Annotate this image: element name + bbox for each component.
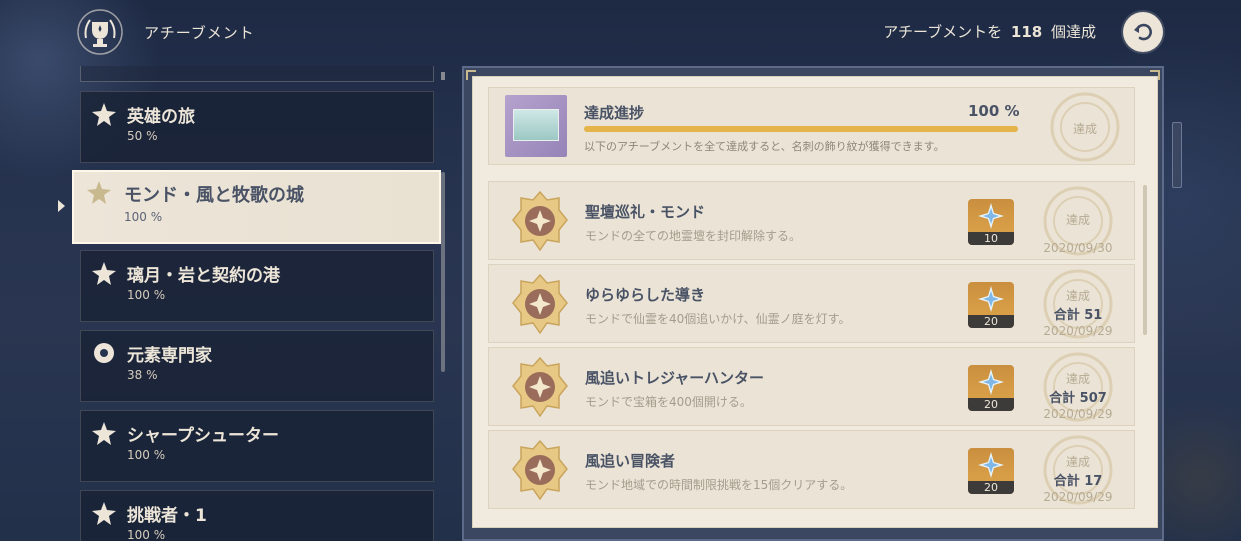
sidebar-scrollbar-cap bbox=[441, 72, 445, 80]
primogem-reward: 10 bbox=[968, 199, 1014, 245]
back-arrow-icon bbox=[1134, 23, 1152, 41]
stamp-total: 合計 51 bbox=[1053, 308, 1103, 323]
summary-description: 以下のアチーブメントを全て達成すると、名刺の飾り紋が獲得できます。 bbox=[584, 140, 945, 153]
primogem-icon bbox=[978, 286, 1004, 312]
category-sidebar: 英雄の旅 50 % モンド・風と牧歌の城 100 % 璃月・岩と契約の港 100… bbox=[72, 66, 444, 541]
stamp-label: 達成 bbox=[1065, 213, 1090, 227]
achievement-description: モンドの全ての地霊壇を封印解除する。 bbox=[585, 229, 802, 243]
reward-quantity: 10 bbox=[968, 232, 1014, 245]
category-name: 璃月・岩と契約の港 bbox=[127, 266, 280, 286]
category-item-liyue[interactable]: 璃月・岩と契約の港 100 % bbox=[80, 250, 434, 322]
stamp-label: 達成 bbox=[1065, 455, 1090, 469]
primogem-icon bbox=[978, 369, 1004, 395]
category-medal-icon bbox=[92, 502, 116, 525]
category-percent: 38 % bbox=[127, 368, 158, 382]
achievement-title: 風追いトレジャーハンター bbox=[585, 369, 764, 387]
achievement-row[interactable]: 聖壇巡礼・モンド モンドの全ての地霊壇を封印解除する。 10 達成 2020/0… bbox=[488, 181, 1135, 260]
achievement-count: アチーブメントを 118 個達成 bbox=[883, 21, 1096, 42]
category-name: シャープシューター bbox=[127, 426, 279, 446]
category-medal-icon bbox=[94, 343, 114, 363]
reward-quantity: 20 bbox=[968, 398, 1014, 411]
achievement-medal-icon bbox=[512, 439, 568, 501]
summary-progress-bar bbox=[584, 126, 1018, 132]
category-item-sharpshooter[interactable]: シャープシューター 100 % bbox=[80, 410, 434, 482]
trophy-emblem-icon bbox=[77, 9, 123, 55]
achievement-medal-icon bbox=[512, 273, 568, 335]
achievement-medal-icon bbox=[512, 356, 568, 418]
achievement-description: モンドで宝箱を400個開ける。 bbox=[585, 395, 752, 409]
category-item-heroes-journey[interactable]: 英雄の旅 50 % bbox=[80, 91, 434, 163]
category-name: 挑戦者・1 bbox=[127, 506, 207, 526]
category-percent: 100 % bbox=[127, 528, 166, 541]
achievement-description: モンドで仙霊を40個追いかけ、仙霊ノ庭を灯す。 bbox=[585, 312, 851, 326]
frame-corner-ornament bbox=[466, 70, 476, 80]
category-item-challenger[interactable]: 挑戦者・1 100 % bbox=[80, 490, 434, 541]
progress-count: 118 bbox=[1010, 23, 1043, 41]
completed-stamp: 達成 合計 51 2020/09/29 bbox=[1029, 267, 1127, 341]
sidebar-top-divider bbox=[80, 66, 434, 82]
panel-side-tab bbox=[1172, 122, 1182, 188]
category-medal-icon bbox=[87, 181, 111, 204]
category-medal-icon bbox=[92, 103, 116, 126]
progress-suffix: 個達成 bbox=[1050, 23, 1096, 41]
primogem-icon bbox=[978, 203, 1004, 229]
stamp-total: 合計 507 bbox=[1049, 391, 1107, 406]
summary-percent: 100 % bbox=[968, 102, 1020, 120]
primogem-icon bbox=[978, 452, 1004, 478]
achievement-medal-icon bbox=[512, 190, 568, 252]
achievement-description: モンド地域での時間制限挑戦を15個クリアする。 bbox=[585, 478, 853, 492]
achievement-title: 聖壇巡礼・モンド bbox=[585, 203, 706, 221]
category-item-elemental-specialist[interactable]: 元素専門家 38 % bbox=[80, 330, 434, 402]
completed-stamp: 達成 2020/09/30 bbox=[1029, 184, 1127, 258]
reward-quantity: 20 bbox=[968, 481, 1014, 494]
category-percent: 100 % bbox=[127, 288, 166, 302]
achievement-title: ゆらゆらした導き bbox=[585, 286, 706, 304]
primogem-reward: 20 bbox=[968, 282, 1014, 328]
achievement-row[interactable]: ゆらゆらした導き モンドで仙霊を40個追いかけ、仙霊ノ庭を灯す。 20 達成 合… bbox=[488, 264, 1135, 343]
summary-title: 達成進捗 bbox=[584, 104, 645, 122]
page-title: アチーブメント bbox=[144, 24, 255, 42]
achievement-row[interactable]: 風追い冒険者 モンド地域での時間制限挑戦を15個クリアする。 20 達成 合計 … bbox=[488, 430, 1135, 509]
stamp-label: 達成 bbox=[1065, 289, 1090, 303]
completed-stamp: 達成 合計 507 2020/09/29 bbox=[1029, 350, 1127, 424]
completed-stamp: 達成 合計 17 2020/09/29 bbox=[1029, 433, 1127, 507]
sidebar-scrollbar[interactable] bbox=[441, 172, 445, 372]
namecard-thumbnail bbox=[505, 95, 567, 157]
summary-progress-fill bbox=[584, 126, 1018, 132]
category-item-mondstadt[interactable]: モンド・風と牧歌の城 100 % bbox=[72, 170, 441, 244]
category-medal-icon bbox=[92, 262, 116, 285]
completion-date: 2020/09/30 bbox=[1043, 241, 1113, 255]
achievement-list-scrollbar[interactable] bbox=[1143, 185, 1147, 335]
progress-prefix: アチーブメントを bbox=[883, 23, 1003, 41]
achievement-title: 風追い冒険者 bbox=[585, 452, 676, 470]
category-percent: 100 % bbox=[124, 210, 163, 224]
reward-quantity: 20 bbox=[968, 315, 1014, 328]
primogem-reward: 20 bbox=[968, 365, 1014, 411]
category-percent: 50 % bbox=[127, 129, 158, 143]
completion-date: 2020/09/29 bbox=[1043, 490, 1113, 504]
completion-date: 2020/09/29 bbox=[1043, 324, 1113, 338]
completion-date: 2020/09/29 bbox=[1043, 407, 1113, 421]
stamp-total: 合計 17 bbox=[1053, 474, 1103, 489]
category-name: 元素専門家 bbox=[127, 346, 212, 366]
frame-corner-ornament bbox=[1150, 70, 1160, 80]
achievement-row[interactable]: 風追いトレジャーハンター モンドで宝箱を400個開ける。 20 達成 合計 50… bbox=[488, 347, 1135, 426]
summary-stamp-label: 達成 bbox=[1072, 122, 1097, 136]
selection-arrow-icon bbox=[58, 200, 65, 212]
category-name: 英雄の旅 bbox=[127, 107, 195, 127]
category-percent: 100 % bbox=[127, 448, 166, 462]
stamp-label: 達成 bbox=[1065, 372, 1090, 386]
back-button[interactable] bbox=[1123, 12, 1163, 52]
primogem-reward: 20 bbox=[968, 448, 1014, 494]
category-medal-icon bbox=[92, 422, 116, 445]
category-name: モンド・風と牧歌の城 bbox=[124, 185, 304, 206]
